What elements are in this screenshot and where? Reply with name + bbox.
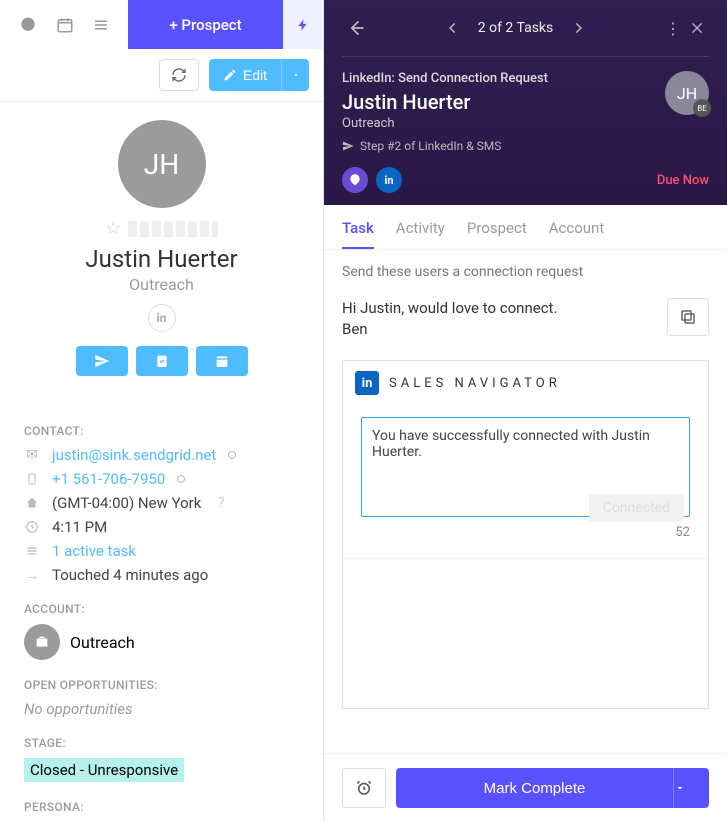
- time-text: 4:11 PM: [52, 518, 107, 536]
- close-icon[interactable]: [685, 16, 709, 40]
- stage-value[interactable]: Closed - Unresponsive: [24, 758, 184, 782]
- account-label: ACCOUNT:: [24, 602, 299, 616]
- home-icon: [24, 496, 40, 510]
- timezone-text: (GMT-04:00) New York: [52, 494, 201, 512]
- add-prospect-button[interactable]: + Prospect: [128, 0, 283, 49]
- task-avatar: JH BE: [665, 71, 709, 115]
- task-header: 2 of 2 Tasks ⋮ LinkedIn: Send Connection…: [324, 0, 727, 205]
- account-name[interactable]: Outreach: [70, 633, 135, 652]
- char-count: 52: [361, 525, 690, 540]
- arrow-icon: →: [24, 567, 40, 584]
- refresh-button[interactable]: [159, 59, 199, 91]
- calendar-icon[interactable]: [56, 16, 74, 34]
- connected-badge: Connected: [589, 494, 684, 522]
- placeholder-bar: [128, 221, 218, 237]
- task-body: Send these users a connection request Hi…: [324, 250, 727, 753]
- prospect-company: Outreach: [24, 275, 299, 294]
- persona-label: PERSONA:: [24, 800, 299, 814]
- task-list-icon: [24, 544, 40, 558]
- tasks-icon[interactable]: [92, 16, 110, 34]
- task-button[interactable]: [136, 346, 188, 376]
- task-type: LinkedIn: Send Connection Request: [342, 71, 653, 86]
- email-link[interactable]: justin@sink.sendgrid.net: [52, 446, 216, 464]
- bolt-icon[interactable]: [283, 0, 323, 49]
- tabs: Task Activity Prospect Account: [324, 205, 727, 250]
- message-text: Hi Justin, would love to connect. Ben: [342, 298, 655, 340]
- avatar: JH: [118, 120, 206, 208]
- details-section: CONTACT: ✉ justin@sink.sendgrid.net +1 56…: [0, 406, 323, 822]
- task-counter: 2 of 2 Tasks: [478, 20, 553, 36]
- send-button[interactable]: [76, 346, 128, 376]
- task-person: Justin Huerter: [342, 90, 653, 114]
- outreach-chip-icon[interactable]: [342, 167, 368, 193]
- star-icon[interactable]: ☆: [105, 218, 121, 239]
- edit-dropdown-button[interactable]: [281, 59, 309, 91]
- linkedin-chip-icon[interactable]: in: [376, 167, 402, 193]
- tab-account[interactable]: Account: [549, 219, 605, 249]
- touched-text: Touched 4 minutes ago: [52, 566, 208, 584]
- sales-navigator-panel: in SALES NAVIGATOR 52 Connected: [342, 360, 709, 709]
- phone-icon: [24, 471, 40, 487]
- task-footer: Mark Complete: [324, 753, 727, 822]
- profile-section: JH ☆ Justin Huerter Outreach in: [0, 102, 323, 406]
- status-dot: [228, 451, 236, 459]
- edit-button[interactable]: Edit: [209, 59, 281, 91]
- stage-label: STAGE:: [24, 736, 299, 750]
- mark-complete-button[interactable]: Mark Complete: [396, 768, 673, 808]
- left-panel: + Prospect Edit JH ☆ Justin Huerter Outr…: [0, 0, 324, 822]
- right-panel: 2 of 2 Tasks ⋮ LinkedIn: Send Connection…: [324, 0, 727, 822]
- sales-navigator-title: SALES NAVIGATOR: [389, 376, 561, 391]
- subbar: Edit: [0, 49, 323, 102]
- phone-link[interactable]: +1 561-706-7950: [52, 470, 165, 488]
- status-dot: [177, 475, 185, 483]
- task-instruction: Send these users a connection request: [342, 264, 709, 280]
- tab-prospect[interactable]: Prospect: [467, 219, 527, 249]
- opps-label: OPEN OPPORTUNITIES:: [24, 678, 299, 692]
- chat-icon[interactable]: [18, 15, 38, 35]
- snooze-button[interactable]: [342, 768, 386, 808]
- due-status: Due Now: [657, 173, 709, 188]
- mark-complete-dropdown[interactable]: [673, 768, 709, 808]
- task-company: Outreach: [342, 116, 653, 131]
- briefcase-icon: [24, 624, 60, 660]
- prev-task-icon[interactable]: [442, 17, 464, 39]
- next-task-icon[interactable]: [567, 17, 589, 39]
- more-icon[interactable]: ⋮: [661, 15, 685, 42]
- tasks-link[interactable]: 1 active task: [52, 542, 136, 560]
- linkedin-logo-icon: in: [355, 371, 379, 395]
- contact-label: CONTACT:: [24, 424, 299, 438]
- topbar: + Prospect: [0, 0, 323, 49]
- no-opps-text: No opportunities: [24, 700, 299, 718]
- tab-task[interactable]: Task: [342, 219, 374, 249]
- task-step: Step #2 of LinkedIn & SMS: [342, 139, 653, 153]
- copy-button[interactable]: [667, 298, 709, 336]
- tab-activity[interactable]: Activity: [396, 219, 445, 249]
- clock-icon: [24, 520, 40, 534]
- schedule-button[interactable]: [196, 346, 248, 376]
- linkedin-icon[interactable]: in: [148, 304, 176, 332]
- email-icon: ✉: [24, 447, 40, 463]
- prospect-name: Justin Huerter: [24, 245, 299, 273]
- owner-badge: BE: [693, 99, 711, 117]
- back-icon[interactable]: [342, 14, 370, 42]
